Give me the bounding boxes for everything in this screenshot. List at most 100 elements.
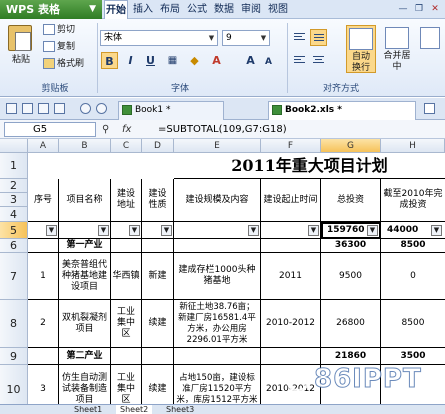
cell[interactable]: 双机裂凝剂项目 [59, 300, 111, 348]
magnifier-icon[interactable]: ⚲ [102, 122, 109, 137]
filter-dropdown-icon[interactable]: ▼ [46, 225, 57, 236]
tab-start[interactable]: 开始 [104, 0, 128, 19]
filter-dropdown-icon[interactable]: ▼ [308, 225, 319, 236]
row-header[interactable]: 6 [0, 239, 28, 253]
row-header[interactable]: 1 [0, 153, 28, 179]
row-header[interactable]: 9 [0, 348, 28, 365]
print-preview-icon[interactable] [54, 103, 65, 114]
format-painter-button[interactable]: 格式刷 [43, 57, 84, 71]
header-cell[interactable]: 建设起止时间 [261, 179, 321, 222]
undo-icon[interactable] [80, 103, 91, 114]
cell[interactable]: 1 [28, 253, 59, 300]
cell[interactable] [111, 348, 142, 365]
header-cell[interactable]: 总投资 [321, 179, 381, 222]
sheet-tab[interactable]: Sheet3 [162, 405, 198, 414]
cell[interactable]: 9500 [321, 253, 381, 300]
column-header[interactable]: G [321, 139, 381, 153]
cell[interactable]: 2010-2012 [261, 300, 321, 348]
cell[interactable]: 8500 [381, 239, 445, 253]
font-name-select[interactable]: 宋体 ▼ [100, 30, 218, 46]
app-menu-button[interactable]: WPS 表格 ▼ [0, 0, 102, 19]
name-box[interactable]: G5 [4, 122, 96, 137]
row-header[interactable]: 4 [0, 207, 28, 222]
font-color-icon[interactable]: A [208, 52, 225, 69]
format-button[interactable] [418, 25, 442, 73]
close-icon[interactable]: ✕ [428, 4, 442, 15]
tab-view[interactable]: 视图 [266, 0, 290, 19]
column-header[interactable]: C [111, 139, 142, 153]
italic-button[interactable]: I [122, 52, 139, 69]
redo-icon[interactable] [96, 103, 107, 114]
tab-insert[interactable]: 插入 [131, 0, 155, 19]
filter-dropdown-icon[interactable]: ▼ [431, 225, 442, 236]
column-header[interactable]: B [59, 139, 111, 153]
cell[interactable]: 建成存栏1000头种猪基地 [174, 253, 261, 300]
row-header[interactable]: 10 [0, 365, 28, 409]
fill-color-icon[interactable]: ◆ [186, 52, 203, 69]
tab-formula[interactable]: 公式 [185, 0, 209, 19]
row-header[interactable]: 8 [0, 300, 28, 348]
cell[interactable]: 新建 [142, 253, 174, 300]
align-center-icon[interactable] [310, 52, 327, 69]
row-header[interactable]: 3 [0, 193, 28, 207]
merge-center-button[interactable]: 合并居 中 [381, 25, 413, 73]
column-header[interactable]: F [261, 139, 321, 153]
align-left-icon[interactable] [291, 52, 308, 69]
minimize-icon[interactable]: — [396, 4, 410, 15]
row-header[interactable]: 7 [0, 253, 28, 300]
sheet-title[interactable]: 2011年重大项目计划 [174, 153, 445, 179]
header-cell[interactable]: 截至2010年完成投资 [381, 179, 445, 222]
column-header[interactable]: E [174, 139, 261, 153]
chevron-down-icon[interactable]: ▼ [206, 31, 217, 45]
cell[interactable]: 工业集中区 [111, 300, 142, 348]
cell[interactable]: 3 [28, 365, 59, 409]
filter-dropdown-icon[interactable]: ▼ [248, 225, 259, 236]
select-all-corner[interactable] [0, 139, 28, 153]
fx-icon[interactable]: fx [122, 122, 131, 137]
column-header[interactable]: A [28, 139, 59, 153]
header-cell[interactable]: 建设 性质 [142, 179, 174, 222]
filter-dropdown-icon[interactable]: ▼ [98, 225, 109, 236]
tab-review[interactable]: 审阅 [239, 0, 263, 19]
print-icon[interactable] [38, 103, 49, 114]
header-cell[interactable]: 项目名称 [59, 179, 111, 222]
sheet-tab[interactable]: Sheet2 [116, 405, 153, 414]
cell[interactable] [28, 348, 59, 365]
cell[interactable]: 工业集中区 [111, 365, 142, 409]
align-top-icon[interactable] [291, 29, 308, 46]
wrap-text-button[interactable]: 自动 换行 [346, 25, 376, 73]
tab-data[interactable]: 数据 [212, 0, 236, 19]
cell[interactable] [28, 153, 174, 179]
cell[interactable] [111, 239, 142, 253]
cell[interactable]: 0 [381, 253, 445, 300]
cell[interactable] [28, 239, 59, 253]
grow-font-icon[interactable]: A [242, 52, 259, 69]
cut-button[interactable]: 剪切 [43, 23, 75, 37]
paste-button[interactable]: 粘贴 [12, 53, 30, 67]
cell[interactable] [174, 239, 261, 253]
restore-icon[interactable]: ❐ [412, 4, 426, 15]
cell[interactable]: 8500 [381, 300, 445, 348]
cell[interactable]: 36300 [321, 239, 381, 253]
paste-icon[interactable] [8, 25, 32, 51]
borders-icon[interactable]: ▦ [164, 52, 181, 69]
bold-button[interactable]: B [101, 52, 118, 69]
tab-book1[interactable]: Book1 * [118, 101, 224, 120]
filter-dropdown-icon[interactable]: ▼ [367, 225, 378, 236]
cell[interactable]: 占地150亩，建设标准厂房11520平方米，库房1512平方米 [174, 365, 261, 409]
cell[interactable] [142, 239, 174, 253]
sheet-tab[interactable]: Sheet1 [70, 405, 106, 414]
column-header[interactable]: D [142, 139, 174, 153]
formula-input[interactable]: =SUBTOTAL(109,G7:G18) [158, 122, 441, 137]
cell[interactable]: 仿生自动测试装备制造项目 [59, 365, 111, 409]
cell[interactable]: 2 [28, 300, 59, 348]
cell[interactable] [142, 348, 174, 365]
cell[interactable]: 新征土地38.76亩；新建厂房16581.4平方米，办公用房2296.01平方米 [174, 300, 261, 348]
cell[interactable]: 续建 [142, 365, 174, 409]
tab-list-icon[interactable] [424, 103, 435, 114]
underline-button[interactable]: U [142, 52, 159, 69]
cell[interactable]: 续建 [142, 300, 174, 348]
category-cell[interactable]: 第二产业 [59, 348, 111, 365]
row-header[interactable]: 2 [0, 179, 28, 193]
tab-book2[interactable]: Book2.xls * [268, 101, 416, 120]
